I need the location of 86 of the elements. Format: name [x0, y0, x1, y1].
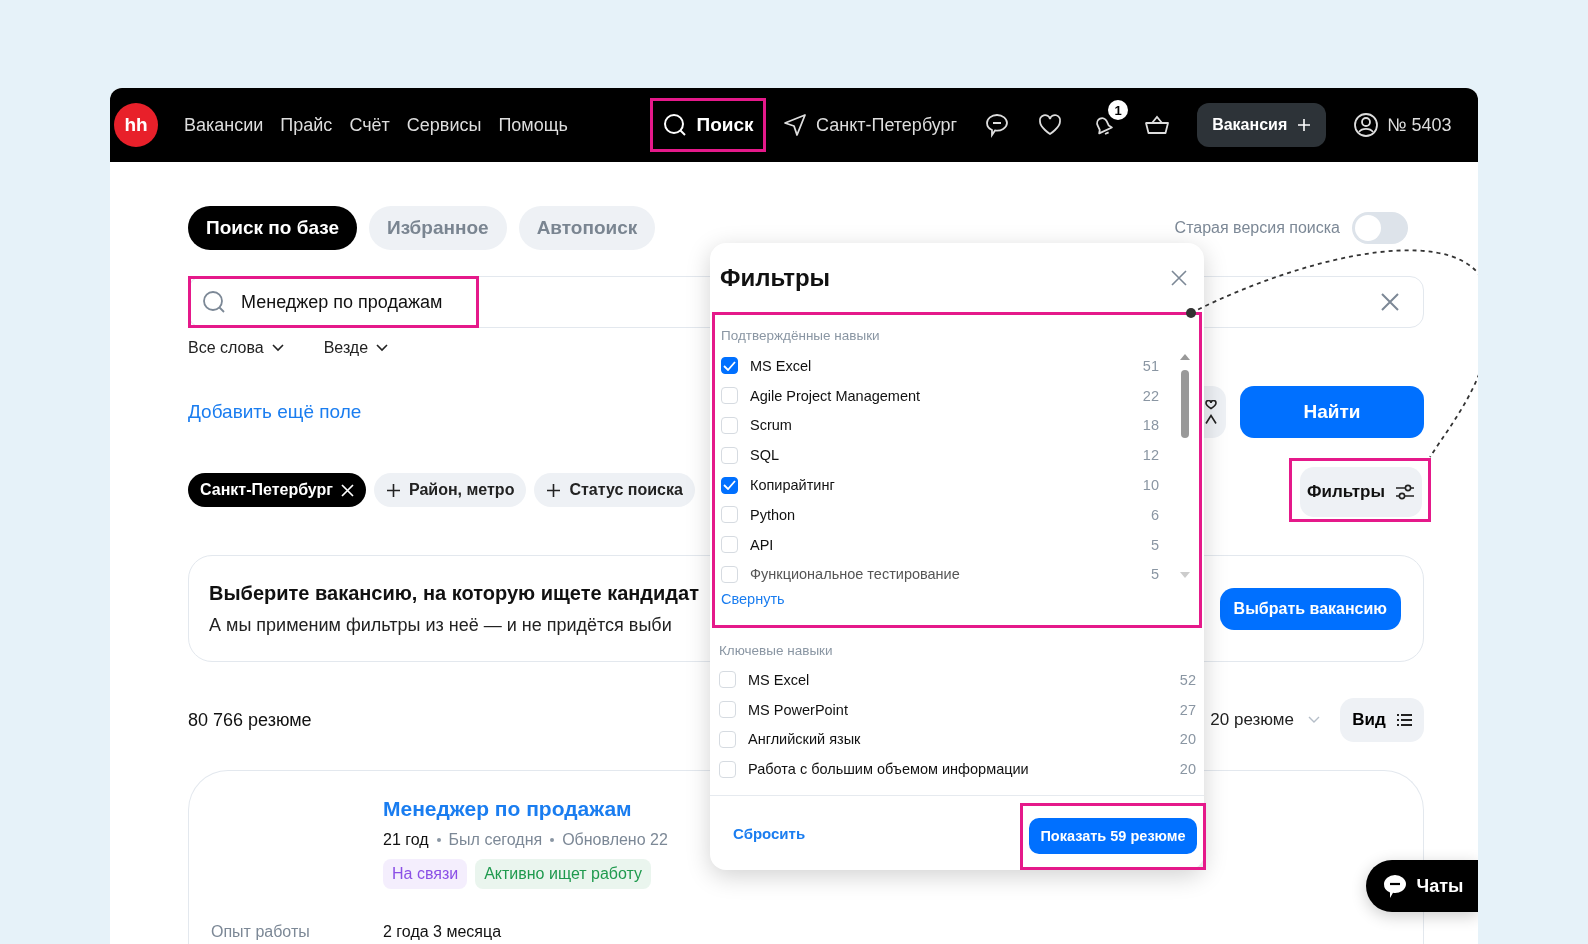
view-button[interactable]: Вид — [1340, 698, 1424, 742]
option-count: 12 — [1142, 447, 1159, 464]
option-label[interactable]: Работа с большим объемом информации — [748, 761, 1180, 778]
search-button[interactable]: Поиск — [658, 112, 758, 138]
option-count: 10 — [1142, 477, 1159, 494]
plus-icon — [546, 482, 562, 498]
results-count: 80 766 резюме — [188, 709, 312, 731]
notification-badge: 1 — [1108, 100, 1129, 120]
dropdown[interactable]: Везде — [323, 336, 389, 360]
chat-icon[interactable] — [984, 112, 1011, 138]
vacancy-button[interactable]: Вакансия — [1197, 103, 1327, 147]
separator-dot — [436, 838, 441, 842]
nav-link[interactable]: Вакансии — [184, 114, 264, 136]
person-heart-icon — [1205, 399, 1217, 425]
card-title: Выберите вакансию, на которую ищете кандидат — [209, 581, 699, 605]
search-icon — [201, 289, 227, 315]
logo[interactable]: hh — [114, 103, 158, 147]
age-text: 21 год — [383, 831, 429, 849]
status-tag: На связи — [383, 859, 468, 889]
sliders-icon — [1394, 483, 1415, 501]
panel-title: Фильтры — [720, 263, 831, 292]
option-count: 20 — [1179, 731, 1196, 748]
apply-button[interactable]: Показать 59 резюме — [1029, 818, 1197, 854]
option-label[interactable]: MS Excel — [750, 357, 1143, 374]
reset-link[interactable]: Сбросить — [733, 824, 806, 842]
location-link[interactable]: Санкт-Петербург — [816, 114, 958, 136]
toggle-switch[interactable] — [1352, 212, 1408, 244]
card-text: А мы применим фильтры из неё — и не придётся выби — [209, 614, 673, 636]
checkbox[interactable] — [721, 476, 738, 494]
option-count: 27 — [1179, 701, 1196, 718]
option-count: 6 — [1150, 506, 1159, 523]
user-icon[interactable] — [1353, 112, 1380, 138]
meta-text: Обновлено 22 — [562, 831, 668, 849]
find-button[interactable]: Найти — [1240, 386, 1424, 438]
option-count: 5 — [1150, 536, 1159, 553]
nav-link[interactable]: Сервисы — [406, 114, 482, 136]
filter-chip[interactable]: Санкт-Петербург — [188, 473, 366, 507]
option-count: 52 — [1179, 671, 1196, 688]
resume-title-link[interactable]: Менеджер по продажам — [383, 797, 632, 820]
nav-link[interactable]: Прайс — [280, 114, 333, 136]
dropdown[interactable]: Все слова — [188, 336, 284, 360]
field-label: Опыт работы — [211, 923, 311, 941]
option-label[interactable]: MS Excel — [748, 671, 1180, 688]
chats-button[interactable]: Чаты — [1366, 860, 1478, 912]
account-number[interactable]: № 5403 — [1387, 114, 1452, 136]
field-value: 2 года 3 месяца — [383, 923, 503, 941]
option-count: 5 — [1150, 566, 1159, 583]
add-filter-chip[interactable]: Статус поиска — [534, 473, 695, 507]
add-field-link[interactable]: Добавить ещё поле — [188, 401, 362, 423]
option-label[interactable]: Python — [750, 506, 1151, 523]
option-label[interactable]: Scrum — [750, 417, 1143, 434]
nav-link[interactable]: Счёт — [349, 114, 390, 136]
add-filter-chip[interactable]: Район, метро — [374, 473, 527, 507]
per-page-dropdown[interactable]: 20 резюме — [1204, 709, 1326, 731]
option-label[interactable]: SQL — [750, 447, 1143, 464]
option-count: 20 — [1179, 761, 1196, 778]
chevron-down-icon — [376, 344, 389, 352]
plus-icon — [386, 482, 401, 498]
plus-icon — [1297, 118, 1312, 132]
navigation-arrow-icon — [782, 112, 808, 138]
section-title: Ключевые навыки — [719, 642, 834, 660]
search-input[interactable]: Менеджер по продажам — [239, 290, 1379, 314]
tab[interactable]: Поиск по базе — [188, 206, 357, 250]
chevron-down-icon — [1308, 716, 1320, 724]
option-label[interactable]: Функциональное тестирование — [750, 566, 1151, 583]
filters-button[interactable]: Фильтры — [1300, 467, 1422, 517]
status-tag: Активно ищет работу — [475, 859, 652, 889]
option-count: 22 — [1142, 387, 1159, 404]
toggle-label: Старая версия поиска — [1174, 219, 1340, 237]
heart-icon[interactable] — [1037, 112, 1064, 138]
list-icon — [1395, 713, 1412, 727]
option-label[interactable]: Копирайтинг — [750, 477, 1143, 494]
meta-text: Был сегодня — [448, 831, 543, 849]
option-label[interactable]: MS PowerPoint — [748, 701, 1180, 718]
option-label[interactable]: API — [750, 536, 1151, 553]
option-label[interactable]: Agile Project Management — [750, 387, 1143, 404]
choose-vacancy-button[interactable]: Выбрать вакансию — [1219, 587, 1401, 630]
separator-dot — [550, 838, 555, 842]
option-count: 51 — [1142, 357, 1159, 374]
option-count: 18 — [1142, 417, 1159, 434]
chevron-down-icon — [271, 344, 284, 352]
checkbox[interactable] — [721, 357, 738, 375]
nav-link[interactable]: Помощь — [498, 114, 568, 136]
section-title: Подтверждённые навыки — [721, 327, 881, 345]
option-label[interactable]: Английский язык — [748, 731, 1180, 748]
collapse-link[interactable]: Свернуть — [721, 591, 1191, 607]
